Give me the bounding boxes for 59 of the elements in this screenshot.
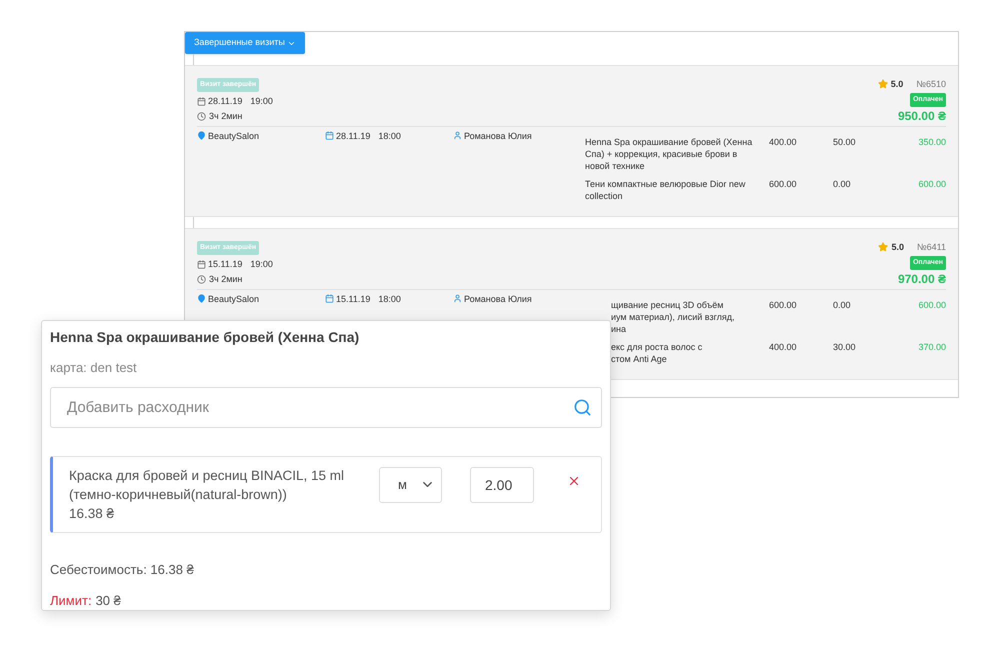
service-sum: 600.00 [918, 178, 946, 191]
search-icon[interactable] [573, 398, 592, 416]
visit-date: 28.11.19 [208, 95, 242, 107]
service-title: Henna Spa окрашивание бровей (Хенна Спа) [50, 328, 360, 347]
cost-price: Себестоимость: 16.38 ₴ [50, 560, 195, 578]
service-price: 600.00 [769, 179, 797, 189]
visit-total: 970.00 ₴ [898, 273, 946, 285]
calendar-icon [197, 96, 206, 106]
service-price: 600.00 [769, 300, 797, 310]
service-discount: 50.00 [833, 137, 856, 147]
clock-icon [197, 112, 206, 120]
location-pin-icon [197, 131, 206, 140]
service-name: екс для роста волос с стом Anti Age [610, 341, 704, 365]
quantity-input[interactable]: 2.00 [470, 466, 534, 502]
booking-date: 28.11.19 [336, 130, 370, 142]
visit-duration: 3ч 2мин [209, 110, 242, 122]
visit-number: №6510 [916, 78, 946, 90]
star-icon [878, 79, 888, 89]
visit-total: 950.00 ₴ [898, 110, 946, 122]
service-name: Тени компактные велюровые Dior new collection [585, 178, 746, 202]
service-sum: 350.00 [918, 136, 946, 149]
calendar-icon [197, 260, 206, 268]
calendar-icon [325, 131, 334, 140]
rating: 5.0 [891, 241, 904, 253]
service-name: щивание ресниц 3D объём иум материал), лисий взгляд, ина [610, 299, 736, 335]
booking-date: 15.11.19 [336, 293, 370, 305]
location: BeautySalon [208, 130, 260, 142]
star-icon [878, 242, 888, 252]
service-sum: 370.00 [918, 341, 946, 354]
service-price: 400.00 [769, 342, 797, 352]
booking-time: 18:00 [378, 293, 401, 305]
location: BeautySalon [208, 293, 260, 305]
visit-duration: 3ч 2мин [209, 273, 242, 285]
search-field[interactable]: Добавить расходник [50, 386, 602, 428]
visit-number: №6411 [916, 241, 946, 253]
unit-select[interactable]: м [379, 466, 442, 502]
visit-date: 15.11.19 [208, 258, 242, 270]
booking-time: 18:00 [378, 130, 401, 142]
card-label: карта: den test [50, 359, 138, 377]
limit-label: Лимит: [50, 592, 92, 610]
user-icon [453, 294, 462, 303]
visit-time: 19:00 [250, 95, 273, 107]
service-discount: 30.00 [833, 342, 856, 352]
visit-time: 19:00 [250, 258, 273, 270]
consumable-name: Краска для бровей и ресниц BINACIL, 15 ml (темно-коричневый(natural-brown)) 16.38 ₴ [69, 466, 379, 522]
service-name: Henna Spa окрашивание бровей (Хенна Спа) + коррекция, красивые брови в новой технике [585, 136, 754, 172]
user-icon [453, 131, 462, 140]
calendar-icon [325, 294, 334, 303]
service-discount: 0.00 [833, 179, 851, 189]
limit-value: 30 ₴ [96, 592, 121, 610]
master-name: Романова Юлия [464, 130, 532, 142]
clock-icon [197, 274, 206, 284]
master-name: Романова Юлия [464, 293, 532, 305]
service-sum: 600.00 [918, 299, 946, 312]
location-pin-icon [197, 294, 206, 303]
service-discount: 0.00 [833, 300, 851, 310]
rating: 5.0 [890, 78, 904, 90]
consumable-price: 16.38 ₴ [69, 504, 116, 522]
service-price: 400.00 [769, 137, 797, 147]
